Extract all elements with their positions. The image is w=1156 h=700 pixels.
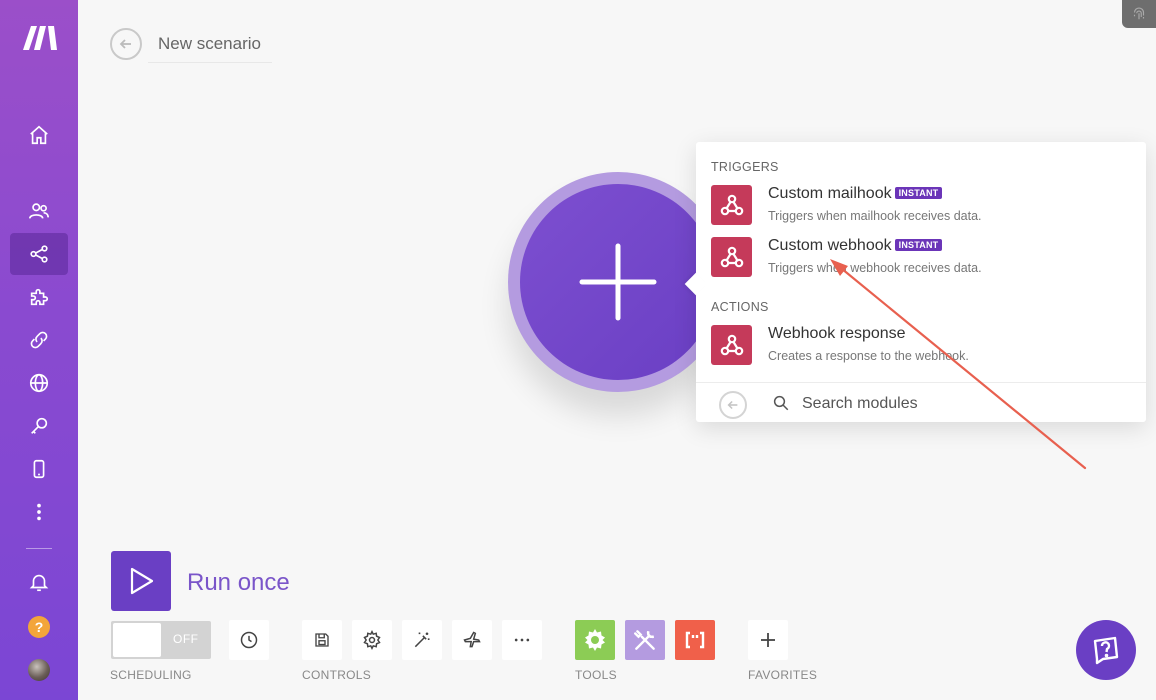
sidebar-item-devices[interactable] (10, 448, 68, 490)
sidebar-item-profile[interactable] (10, 649, 68, 691)
scenario-title[interactable]: New scenario (158, 34, 261, 54)
module-description: Triggers when mailhook receives data. (768, 209, 982, 223)
team-icon (29, 203, 49, 219)
instant-badge: INSTANT (894, 187, 943, 199)
sidebar-item-webhooks[interactable] (10, 362, 68, 404)
home-icon (30, 125, 48, 145)
user-avatar (28, 659, 50, 681)
save-icon (315, 633, 329, 647)
sidebar-item-help[interactable]: ? (10, 606, 68, 648)
sidebar-item-home[interactable] (10, 114, 68, 156)
save-button[interactable] (302, 620, 342, 660)
toggle-knob (113, 623, 161, 657)
globe-icon (29, 373, 49, 393)
tools-json-button[interactable] (675, 620, 715, 660)
favorites-label: FAVORITES (748, 668, 818, 682)
tools-utilities-button[interactable] (625, 620, 665, 660)
webhook-icon (711, 237, 752, 277)
play-icon (130, 567, 154, 595)
sidebar-item-apps[interactable] (10, 276, 68, 318)
airplane-icon (463, 631, 481, 648)
popover-back-button[interactable] (719, 391, 747, 419)
link-icon (30, 331, 48, 349)
sidebar-divider (26, 548, 52, 549)
sidebar-item-notifications[interactable] (10, 561, 68, 603)
search-modules-input[interactable] (802, 391, 1122, 417)
auto-align-button[interactable] (402, 620, 442, 660)
back-button[interactable] (110, 28, 142, 60)
module-description: Creates a response to the webhook. (768, 349, 969, 363)
arrow-left-icon (727, 400, 738, 410)
sidebar-item-connections[interactable] (10, 319, 68, 361)
share-icon (30, 245, 48, 263)
run-once-button[interactable] (111, 551, 171, 611)
controls-label: CONTROLS (302, 668, 372, 682)
more-vertical-icon (37, 503, 41, 521)
scheduling-label: SCHEDULING (110, 668, 192, 682)
help-icon: ? (28, 616, 50, 638)
module-custom-mailhook[interactable]: Custom mailhook INSTANT Triggers when mai… (711, 185, 1131, 229)
sidebar-item-team[interactable] (10, 190, 68, 232)
webhook-icon (711, 325, 752, 365)
magic-wand-icon (414, 632, 430, 648)
arrow-left-icon (119, 39, 131, 49)
wrench-screwdriver-icon (634, 630, 655, 650)
support-chat-button[interactable] (1076, 620, 1136, 680)
sidebar-item-keys[interactable] (10, 405, 68, 447)
triggers-label: TRIGGERS (711, 160, 779, 174)
plus-icon (579, 243, 657, 321)
scheduling-toggle[interactable]: OFF (111, 621, 211, 659)
more-options-button[interactable] (502, 620, 542, 660)
instant-badge: INSTANT (894, 239, 943, 251)
module-title: Webhook response (768, 325, 906, 342)
clock-icon (240, 631, 258, 649)
schedule-settings-button[interactable] (229, 620, 269, 660)
module-picker-popover: TRIGGERS Custom mailhook INSTANT Triggers… (684, 142, 1146, 422)
sidebar-item-more[interactable] (10, 491, 68, 533)
sidebar: ? (0, 0, 78, 700)
tools-flow-control-button[interactable] (575, 620, 615, 660)
scenario-settings-button[interactable] (352, 620, 392, 660)
plus-icon (761, 633, 775, 647)
fingerprint-icon (1133, 7, 1145, 20)
gear-icon (585, 629, 605, 651)
module-title: Custom mailhook INSTANT (768, 185, 943, 203)
webhook-icon (711, 185, 752, 225)
flow-control-button[interactable] (452, 620, 492, 660)
module-description: Triggers when webhook receives data. (768, 261, 982, 275)
sidebar-item-scenarios[interactable] (10, 233, 68, 275)
puzzle-icon (30, 288, 49, 306)
actions-label: ACTIONS (711, 300, 769, 314)
brackets-icon (685, 631, 705, 649)
more-horizontal-icon (514, 638, 530, 642)
module-webhook-response[interactable]: Webhook response Creates a response to t… (711, 325, 1131, 369)
module-title: Custom webhook INSTANT (768, 237, 943, 255)
gear-icon (363, 630, 381, 650)
key-icon (31, 417, 48, 434)
fingerprint-button[interactable] (1122, 0, 1156, 28)
add-favorite-button[interactable] (748, 620, 788, 660)
search-icon (773, 395, 789, 411)
tools-label: TOOLS (575, 668, 617, 682)
run-once-label[interactable]: Run once (187, 569, 290, 597)
bell-icon (29, 574, 49, 592)
make-logo[interactable] (20, 24, 60, 52)
toggle-state: OFF (173, 632, 199, 646)
mobile-icon (33, 459, 45, 479)
module-custom-webhook[interactable]: Custom webhook INSTANT Triggers when webh… (711, 237, 1131, 281)
chat-help-icon (1093, 636, 1119, 665)
title-underline (148, 62, 272, 63)
popover-footer (696, 382, 1146, 422)
